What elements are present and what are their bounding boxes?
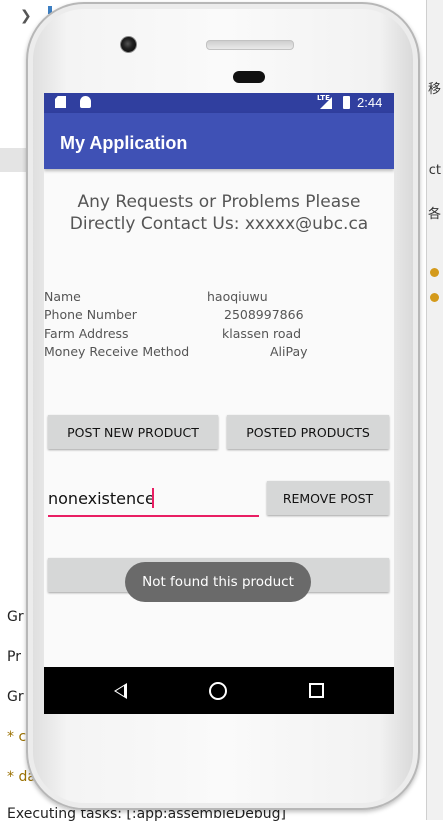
phone-value: 2508997866 <box>224 307 304 322</box>
android-icon <box>80 96 91 108</box>
money-label: Money Receive Method <box>44 344 190 359</box>
earpiece-speaker <box>206 40 294 50</box>
build-log-line: Pr <box>7 649 21 665</box>
clock: 2:44 <box>357 95 383 110</box>
ide-right-text-1: 移 <box>427 82 441 97</box>
build-log-line: * c <box>7 729 27 745</box>
collapse-chevron-icon[interactable]: ❯ <box>20 8 32 24</box>
contact-message: Any Requests or Problems Please Directly… <box>44 191 394 235</box>
contact-line-1: Any Requests or Problems Please <box>77 192 361 212</box>
home-icon[interactable] <box>209 682 227 700</box>
ide-right-text-3: 各 <box>427 207 441 222</box>
status-bar: LTE 2:44 <box>44 93 394 113</box>
info-row-name: Name haoqiuwu <box>44 289 394 307</box>
warning-dot-icon <box>430 268 439 277</box>
phone-screen: LTE 2:44 My Application Any Requests or … <box>44 93 394 714</box>
text-cursor <box>152 488 154 508</box>
navigation-bar <box>44 667 394 714</box>
product-name-input[interactable] <box>48 483 259 517</box>
signal-icon <box>320 97 332 109</box>
build-log-line: Gr <box>7 609 24 625</box>
build-log-line: Gr <box>7 689 24 705</box>
warning-dot-icon <box>430 293 439 302</box>
farm-label: Farm Address <box>44 326 129 341</box>
phone-label: Phone Number <box>44 307 137 322</box>
info-row-money: Money Receive Method AliPay <box>44 344 394 362</box>
name-label: Name <box>44 289 81 304</box>
post-new-product-button[interactable]: POST NEW PRODUCT <box>48 415 218 449</box>
posted-products-button[interactable]: POSTED PRODUCTS <box>227 415 389 449</box>
info-row-phone: Phone Number 2508997866 <box>44 307 394 325</box>
ide-right-panel <box>426 0 443 820</box>
app-bar: My Application <box>44 113 394 169</box>
name-value: haoqiuwu <box>207 289 268 304</box>
battery-icon <box>343 96 350 109</box>
front-camera <box>120 36 137 53</box>
money-value: AliPay <box>270 344 308 359</box>
ide-right-text-2: ct <box>428 163 441 178</box>
toast-message: Not found this product <box>125 562 311 602</box>
back-icon[interactable] <box>114 683 127 699</box>
remove-post-button[interactable]: REMOVE POST <box>267 481 389 515</box>
info-row-farm: Farm Address klassen road <box>44 326 394 344</box>
farm-value: klassen road <box>222 326 302 341</box>
app-title: My Application <box>60 133 188 153</box>
contact-line-2: Directly Contact Us: xxxxx@ubc.ca <box>69 214 369 234</box>
sd-card-icon <box>55 96 66 108</box>
recent-apps-icon[interactable] <box>309 683 324 698</box>
proximity-sensor <box>233 71 265 83</box>
